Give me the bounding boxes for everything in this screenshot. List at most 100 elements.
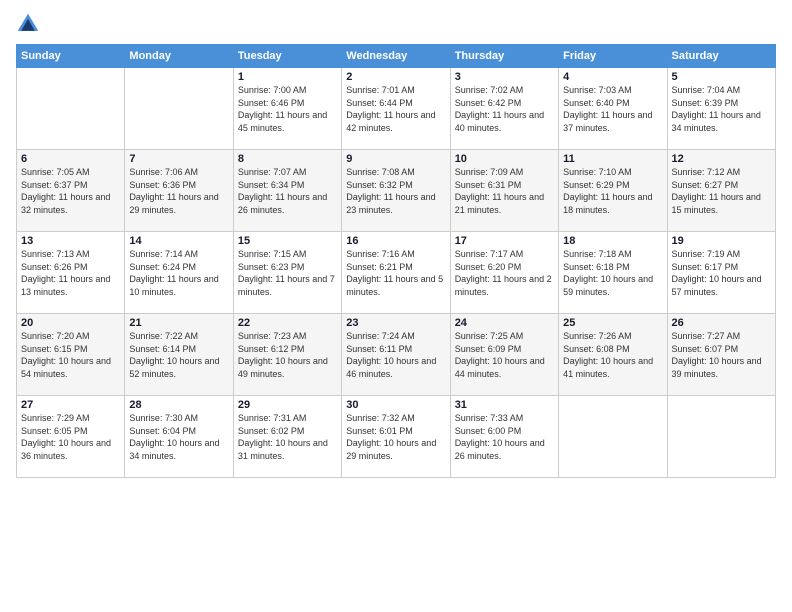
calendar-cell: 27Sunrise: 7:29 AM Sunset: 6:05 PM Dayli… bbox=[17, 396, 125, 478]
day-number: 1 bbox=[238, 71, 337, 83]
weekday-header: Friday bbox=[559, 45, 667, 68]
calendar-cell: 1Sunrise: 7:00 AM Sunset: 6:46 PM Daylig… bbox=[233, 68, 341, 150]
day-info: Sunrise: 7:25 AM Sunset: 6:09 PM Dayligh… bbox=[455, 330, 554, 380]
day-info: Sunrise: 7:06 AM Sunset: 6:36 PM Dayligh… bbox=[129, 166, 228, 216]
day-number: 2 bbox=[346, 71, 445, 83]
calendar-cell: 25Sunrise: 7:26 AM Sunset: 6:08 PM Dayli… bbox=[559, 314, 667, 396]
day-info: Sunrise: 7:27 AM Sunset: 6:07 PM Dayligh… bbox=[672, 330, 771, 380]
calendar-cell: 21Sunrise: 7:22 AM Sunset: 6:14 PM Dayli… bbox=[125, 314, 233, 396]
calendar-cell bbox=[125, 68, 233, 150]
day-info: Sunrise: 7:33 AM Sunset: 6:00 PM Dayligh… bbox=[455, 412, 554, 462]
logo-icon bbox=[16, 12, 40, 36]
calendar-cell: 22Sunrise: 7:23 AM Sunset: 6:12 PM Dayli… bbox=[233, 314, 341, 396]
day-number: 23 bbox=[346, 317, 445, 329]
calendar-cell: 20Sunrise: 7:20 AM Sunset: 6:15 PM Dayli… bbox=[17, 314, 125, 396]
day-info: Sunrise: 7:18 AM Sunset: 6:18 PM Dayligh… bbox=[563, 248, 662, 298]
calendar-cell: 2Sunrise: 7:01 AM Sunset: 6:44 PM Daylig… bbox=[342, 68, 450, 150]
day-number: 8 bbox=[238, 153, 337, 165]
day-info: Sunrise: 7:10 AM Sunset: 6:29 PM Dayligh… bbox=[563, 166, 662, 216]
day-info: Sunrise: 7:29 AM Sunset: 6:05 PM Dayligh… bbox=[21, 412, 120, 462]
weekday-header: Wednesday bbox=[342, 45, 450, 68]
day-number: 13 bbox=[21, 235, 120, 247]
calendar-week-row: 1Sunrise: 7:00 AM Sunset: 6:46 PM Daylig… bbox=[17, 68, 776, 150]
calendar-header-row: SundayMondayTuesdayWednesdayThursdayFrid… bbox=[17, 45, 776, 68]
day-info: Sunrise: 7:03 AM Sunset: 6:40 PM Dayligh… bbox=[563, 84, 662, 134]
calendar-week-row: 27Sunrise: 7:29 AM Sunset: 6:05 PM Dayli… bbox=[17, 396, 776, 478]
day-info: Sunrise: 7:17 AM Sunset: 6:20 PM Dayligh… bbox=[455, 248, 554, 298]
day-number: 21 bbox=[129, 317, 228, 329]
day-number: 5 bbox=[672, 71, 771, 83]
calendar-week-row: 13Sunrise: 7:13 AM Sunset: 6:26 PM Dayli… bbox=[17, 232, 776, 314]
calendar-cell: 8Sunrise: 7:07 AM Sunset: 6:34 PM Daylig… bbox=[233, 150, 341, 232]
day-number: 22 bbox=[238, 317, 337, 329]
day-info: Sunrise: 7:08 AM Sunset: 6:32 PM Dayligh… bbox=[346, 166, 445, 216]
page: SundayMondayTuesdayWednesdayThursdayFrid… bbox=[0, 0, 792, 612]
logo bbox=[16, 12, 44, 36]
day-number: 17 bbox=[455, 235, 554, 247]
day-number: 31 bbox=[455, 399, 554, 411]
day-info: Sunrise: 7:14 AM Sunset: 6:24 PM Dayligh… bbox=[129, 248, 228, 298]
calendar-cell: 28Sunrise: 7:30 AM Sunset: 6:04 PM Dayli… bbox=[125, 396, 233, 478]
calendar-week-row: 6Sunrise: 7:05 AM Sunset: 6:37 PM Daylig… bbox=[17, 150, 776, 232]
day-number: 9 bbox=[346, 153, 445, 165]
day-number: 7 bbox=[129, 153, 228, 165]
calendar-cell: 16Sunrise: 7:16 AM Sunset: 6:21 PM Dayli… bbox=[342, 232, 450, 314]
day-info: Sunrise: 7:16 AM Sunset: 6:21 PM Dayligh… bbox=[346, 248, 445, 298]
day-info: Sunrise: 7:05 AM Sunset: 6:37 PM Dayligh… bbox=[21, 166, 120, 216]
day-number: 20 bbox=[21, 317, 120, 329]
calendar-cell: 23Sunrise: 7:24 AM Sunset: 6:11 PM Dayli… bbox=[342, 314, 450, 396]
calendar-cell: 10Sunrise: 7:09 AM Sunset: 6:31 PM Dayli… bbox=[450, 150, 558, 232]
day-info: Sunrise: 7:09 AM Sunset: 6:31 PM Dayligh… bbox=[455, 166, 554, 216]
day-info: Sunrise: 7:31 AM Sunset: 6:02 PM Dayligh… bbox=[238, 412, 337, 462]
day-number: 27 bbox=[21, 399, 120, 411]
header bbox=[16, 12, 776, 36]
calendar-cell: 5Sunrise: 7:04 AM Sunset: 6:39 PM Daylig… bbox=[667, 68, 775, 150]
calendar-cell: 4Sunrise: 7:03 AM Sunset: 6:40 PM Daylig… bbox=[559, 68, 667, 150]
day-number: 4 bbox=[563, 71, 662, 83]
calendar: SundayMondayTuesdayWednesdayThursdayFrid… bbox=[16, 44, 776, 478]
day-number: 25 bbox=[563, 317, 662, 329]
calendar-cell: 13Sunrise: 7:13 AM Sunset: 6:26 PM Dayli… bbox=[17, 232, 125, 314]
day-info: Sunrise: 7:01 AM Sunset: 6:44 PM Dayligh… bbox=[346, 84, 445, 134]
calendar-cell: 3Sunrise: 7:02 AM Sunset: 6:42 PM Daylig… bbox=[450, 68, 558, 150]
weekday-header: Sunday bbox=[17, 45, 125, 68]
day-info: Sunrise: 7:13 AM Sunset: 6:26 PM Dayligh… bbox=[21, 248, 120, 298]
day-number: 19 bbox=[672, 235, 771, 247]
weekday-header: Saturday bbox=[667, 45, 775, 68]
day-number: 3 bbox=[455, 71, 554, 83]
calendar-cell: 30Sunrise: 7:32 AM Sunset: 6:01 PM Dayli… bbox=[342, 396, 450, 478]
day-number: 6 bbox=[21, 153, 120, 165]
calendar-cell: 15Sunrise: 7:15 AM Sunset: 6:23 PM Dayli… bbox=[233, 232, 341, 314]
day-info: Sunrise: 7:12 AM Sunset: 6:27 PM Dayligh… bbox=[672, 166, 771, 216]
calendar-cell bbox=[17, 68, 125, 150]
day-number: 29 bbox=[238, 399, 337, 411]
day-info: Sunrise: 7:04 AM Sunset: 6:39 PM Dayligh… bbox=[672, 84, 771, 134]
day-number: 30 bbox=[346, 399, 445, 411]
weekday-header: Tuesday bbox=[233, 45, 341, 68]
day-info: Sunrise: 7:02 AM Sunset: 6:42 PM Dayligh… bbox=[455, 84, 554, 134]
calendar-cell: 26Sunrise: 7:27 AM Sunset: 6:07 PM Dayli… bbox=[667, 314, 775, 396]
day-info: Sunrise: 7:24 AM Sunset: 6:11 PM Dayligh… bbox=[346, 330, 445, 380]
calendar-cell: 14Sunrise: 7:14 AM Sunset: 6:24 PM Dayli… bbox=[125, 232, 233, 314]
day-number: 28 bbox=[129, 399, 228, 411]
day-number: 26 bbox=[672, 317, 771, 329]
day-info: Sunrise: 7:26 AM Sunset: 6:08 PM Dayligh… bbox=[563, 330, 662, 380]
day-info: Sunrise: 7:20 AM Sunset: 6:15 PM Dayligh… bbox=[21, 330, 120, 380]
day-info: Sunrise: 7:15 AM Sunset: 6:23 PM Dayligh… bbox=[238, 248, 337, 298]
calendar-cell: 11Sunrise: 7:10 AM Sunset: 6:29 PM Dayli… bbox=[559, 150, 667, 232]
calendar-cell: 6Sunrise: 7:05 AM Sunset: 6:37 PM Daylig… bbox=[17, 150, 125, 232]
day-number: 16 bbox=[346, 235, 445, 247]
day-info: Sunrise: 7:07 AM Sunset: 6:34 PM Dayligh… bbox=[238, 166, 337, 216]
calendar-week-row: 20Sunrise: 7:20 AM Sunset: 6:15 PM Dayli… bbox=[17, 314, 776, 396]
calendar-cell: 7Sunrise: 7:06 AM Sunset: 6:36 PM Daylig… bbox=[125, 150, 233, 232]
calendar-cell: 18Sunrise: 7:18 AM Sunset: 6:18 PM Dayli… bbox=[559, 232, 667, 314]
day-number: 24 bbox=[455, 317, 554, 329]
weekday-header: Monday bbox=[125, 45, 233, 68]
calendar-cell: 29Sunrise: 7:31 AM Sunset: 6:02 PM Dayli… bbox=[233, 396, 341, 478]
day-number: 12 bbox=[672, 153, 771, 165]
calendar-cell: 24Sunrise: 7:25 AM Sunset: 6:09 PM Dayli… bbox=[450, 314, 558, 396]
day-info: Sunrise: 7:32 AM Sunset: 6:01 PM Dayligh… bbox=[346, 412, 445, 462]
day-number: 11 bbox=[563, 153, 662, 165]
day-number: 10 bbox=[455, 153, 554, 165]
calendar-cell: 9Sunrise: 7:08 AM Sunset: 6:32 PM Daylig… bbox=[342, 150, 450, 232]
